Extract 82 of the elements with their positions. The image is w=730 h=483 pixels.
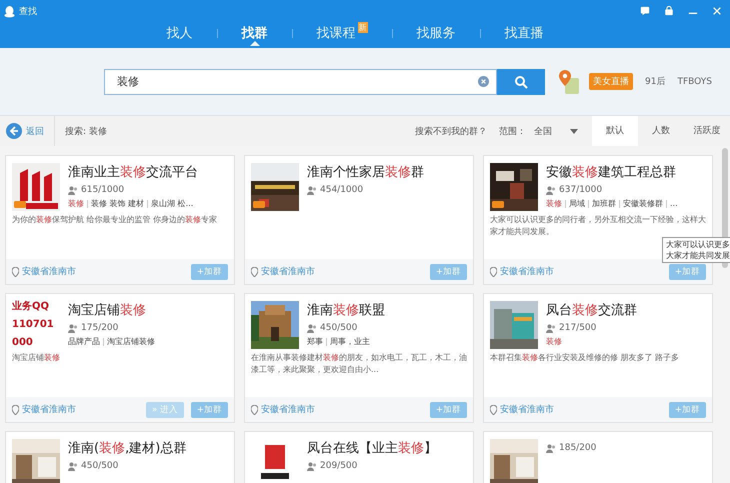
member-count: 615/1000 <box>81 185 124 195</box>
group-card[interactable]: 凤台装修交流群 217/500 装修 本群召集装修各行业安装及维修的修 朋友多了 路子多 安徽省淮南市 +加群 <box>483 293 713 423</box>
members-icon <box>546 324 556 332</box>
member-count: 209/500 <box>320 461 358 471</box>
range-dropdown[interactable]: 全国 <box>534 124 578 138</box>
group-tag[interactable]: 品牌产品 <box>68 336 100 347</box>
group-card[interactable]: 淮南个性家居装修群 454/1000 安徽省淮南市 +加群 <box>244 155 474 285</box>
group-title[interactable]: 凤台装修交流群 <box>546 301 706 319</box>
member-count: 217/500 <box>559 323 596 333</box>
map-pin-icon[interactable] <box>557 68 581 96</box>
close-icon[interactable] <box>712 6 722 16</box>
member-count: 637/1000 <box>559 185 602 195</box>
group-card[interactable]: 凤台在线【业主装修】 209/500 <box>244 431 474 483</box>
group-description: 本群召集装修各行业安装及维修的修 朋友多了 路子多 <box>490 352 680 364</box>
location-pin-icon <box>490 404 497 414</box>
group-card[interactable]: 淮南业主装修交流平台 615/1000 装修 装修 装饰 建材 泉山湖 松... 为你的装修保驾护航 给你最专业的监管 你身边的装修专家 安徽省淮南市 +加群 <box>5 155 235 285</box>
new-badge: 新 <box>358 22 368 33</box>
group-title[interactable]: 安徽装修建筑工程总群 <box>546 163 706 181</box>
location-pin-icon <box>490 266 497 276</box>
group-description: 为你的装修保驾护航 给你最专业的监管 你身边的装修专家 <box>12 214 218 226</box>
group-tag[interactable]: 局域 <box>569 198 585 209</box>
range-label: 范围： <box>499 126 526 138</box>
members-icon <box>546 186 556 194</box>
hot-tag[interactable]: 91后 <box>645 75 666 88</box>
group-tag[interactable]: 泉山湖 松... <box>151 198 194 209</box>
hot-tag[interactable]: TFBOYS <box>677 76 712 86</box>
group-tag[interactable]: ... <box>670 199 678 208</box>
group-description: 淘宝店铺装修 <box>12 352 61 364</box>
help-link[interactable]: 搜索不到我的群？ <box>415 124 487 138</box>
members-icon <box>546 444 556 452</box>
search-button[interactable] <box>497 68 545 94</box>
sort-tab[interactable]: 活跃度 <box>684 116 730 146</box>
search-field[interactable]: 装修 <box>104 68 497 94</box>
member-count: 175/200 <box>81 323 118 333</box>
members-icon <box>68 462 78 470</box>
lock-icon[interactable] <box>664 6 674 16</box>
group-tag[interactable]: 安徽装修群 <box>623 198 663 209</box>
group-title[interactable]: 淮南(装修,建材)总群 <box>68 439 228 457</box>
group-tag[interactable]: 装修 <box>546 198 562 209</box>
text-logo: 业务QQ 110701 000 <box>12 301 55 349</box>
group-description: 大家可以认识更多的同行者，另外互相交流一下经验，这样大家才能共同发展。 <box>490 214 706 238</box>
group-title[interactable]: 淘宝店铺装修 <box>68 301 228 319</box>
location-pin-icon <box>251 266 258 276</box>
member-count: 450/500 <box>320 323 358 333</box>
location-pin-icon <box>251 404 258 414</box>
group-tag[interactable]: 装修 <box>68 198 84 209</box>
members-icon <box>307 324 317 332</box>
group-tag[interactable]: 周事，业主 <box>330 336 370 347</box>
group-title[interactable]: 凤台在线【业主装修】 <box>307 439 467 457</box>
group-card[interactable]: 185/200 <box>483 431 713 483</box>
members-icon <box>68 324 78 332</box>
group-tag[interactable]: 淘宝店铺装修 <box>107 336 155 347</box>
group-description: 在淮南从事装修建材装修的朋友，如水电工，瓦工，木工，油漆工等，来此聚聚，更欢迎自由小... <box>251 352 467 376</box>
members-icon <box>68 186 78 194</box>
search-icon <box>514 74 528 88</box>
members-icon <box>307 186 317 194</box>
members-icon <box>307 462 317 470</box>
group-title[interactable]: 淮南个性家居装修群 <box>307 163 467 181</box>
location-pin-icon <box>12 404 19 414</box>
group-card[interactable]: 业务QQ 110701 000 淘宝店铺装修 175/200 品牌产品 淘宝店铺装修 淘宝店铺装修 安徽省淮南市 » 进入 +加群 <box>5 293 235 423</box>
penguin-icon <box>4 4 15 18</box>
chat-icon[interactable] <box>640 6 650 16</box>
sort-tab[interactable]: 人数 <box>638 116 684 146</box>
member-count: 185/200 <box>559 443 596 453</box>
window-title: 查找 <box>19 6 37 18</box>
group-card[interactable]: 淮南装修联盟 450/500 郑事 周事，业主 在淮南从事装修建材装修的朋友，如水电工，瓦工，木工，油漆工等，来此聚聚，更欢迎自由小... 安徽省淮南市 +加群 <box>244 293 474 423</box>
member-count: 454/1000 <box>320 185 364 195</box>
tooltip: 大家可以认识更多 大家才能共同发展 <box>662 237 730 263</box>
group-tag[interactable]: 装修 <box>546 336 562 347</box>
group-card[interactable]: 淮南(装修,建材)总群 450/500 <box>5 431 235 483</box>
group-tag[interactable]: 郑事 <box>307 336 323 347</box>
group-title[interactable]: 淮南业主装修交流平台 <box>68 163 228 181</box>
member-count: 450/500 <box>81 461 118 471</box>
group-title[interactable]: 淮南装修联盟 <box>307 301 467 319</box>
caret-icon <box>570 128 578 134</box>
location-pin-icon <box>12 266 19 276</box>
clear-icon[interactable] <box>478 76 489 86</box>
search-query: 搜索: 装修 <box>65 126 107 138</box>
sort-tab[interactable]: 默认 <box>592 116 638 146</box>
group-tag[interactable]: 加班群 <box>592 198 616 209</box>
group-tag[interactable]: 装修 装饰 建材 <box>91 198 144 209</box>
nav-tab[interactable]: 找群 <box>242 24 268 42</box>
